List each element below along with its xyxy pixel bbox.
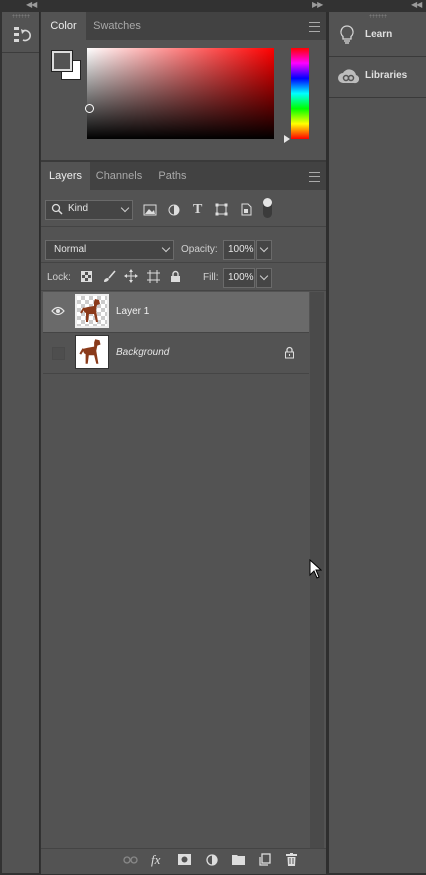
eye-visibility-icon[interactable]: [51, 306, 65, 319]
layer-name[interactable]: Layer 1: [116, 306, 149, 317]
separator: [41, 290, 326, 291]
layer-row[interactable]: Layer 1: [43, 292, 309, 333]
tab-color[interactable]: Color: [41, 12, 86, 40]
lock-label: Lock:: [47, 272, 71, 283]
learn-panel-button[interactable]: Learn: [329, 16, 426, 57]
chevron-down-icon: [161, 243, 171, 253]
blend-mode-value: Normal: [54, 244, 87, 255]
opacity-input[interactable]: 100%: [223, 240, 255, 260]
libraries-panel-button[interactable]: Libraries: [329, 57, 426, 98]
shape-layer-filter-icon[interactable]: [215, 203, 228, 219]
fill-value: 100%: [228, 272, 254, 283]
tab-swatches[interactable]: Swatches: [86, 12, 148, 40]
chevron-down-icon: [259, 271, 269, 281]
tool-strip-separator: [2, 52, 39, 53]
lock-position-move-icon[interactable]: [124, 269, 138, 286]
tab-layers[interactable]: Layers: [41, 162, 90, 190]
libraries-label: Libraries: [365, 70, 408, 81]
opacity-label: Opacity:: [181, 244, 218, 255]
left-panel-strip: [2, 12, 40, 873]
layer-thumbnail[interactable]: [75, 335, 109, 369]
panel-menu-icon[interactable]: [309, 172, 320, 182]
lock-transparent-pixels-icon[interactable]: [81, 271, 92, 285]
layers-list: Layer 1 Background: [41, 292, 326, 842]
layer-lock-icon[interactable]: [284, 346, 295, 362]
history-panel-icon[interactable]: [12, 24, 32, 46]
filter-kind-select[interactable]: Kind: [45, 200, 133, 220]
add-mask-icon[interactable]: [178, 854, 191, 868]
right-panel-column: Learn Libraries: [329, 12, 426, 873]
separator: [41, 226, 326, 227]
fill-label: Fill:: [203, 272, 219, 283]
pixel-layer-filter-icon[interactable]: [143, 204, 157, 219]
adjustment-layer-filter-icon[interactable]: [168, 204, 180, 219]
main-panel-column: Color Swatches Layers Channels Paths Kin…: [41, 12, 326, 874]
type-layer-filter-icon[interactable]: T: [193, 202, 202, 218]
lightbulb-icon: [340, 25, 354, 48]
panel-grip[interactable]: [12, 14, 30, 18]
color-picker-cursor[interactable]: [85, 104, 94, 113]
adjustment-layer-icon[interactable]: [206, 854, 218, 869]
lock-artboard-icon[interactable]: [147, 270, 160, 286]
layers-panel-tabbar: Layers Channels Paths: [41, 162, 326, 190]
layer-row[interactable]: Background: [43, 333, 309, 374]
dog-thumbnail-icon: [79, 339, 101, 364]
collapse-right-arrows[interactable]: ◀◀: [411, 0, 422, 11]
opacity-dropdown-button[interactable]: [256, 240, 272, 260]
hue-slider-marker[interactable]: [284, 135, 290, 143]
layer-thumbnail[interactable]: [75, 294, 109, 328]
color-panel-tabbar: Color Swatches: [41, 12, 326, 40]
lock-all-icon[interactable]: [170, 270, 181, 286]
mouse-cursor: [309, 558, 323, 582]
creative-cloud-libraries-icon: [337, 68, 360, 87]
collapse-left-arrows[interactable]: ◀◀: [26, 0, 37, 11]
tab-channels[interactable]: Channels: [90, 162, 148, 190]
layers-footer: fx: [41, 848, 326, 874]
filter-toggle-switch[interactable]: [263, 198, 272, 218]
delete-layer-trash-icon[interactable]: [286, 853, 297, 869]
smart-object-filter-icon[interactable]: [240, 203, 252, 219]
dog-thumbnail-icon: [80, 299, 100, 322]
link-layers-icon[interactable]: [123, 855, 138, 868]
filter-toggle-knob: [263, 198, 272, 207]
filter-kind-value: Kind: [68, 203, 89, 214]
layer-style-fx-icon[interactable]: fx: [151, 852, 160, 868]
layers-panel: Layers Channels Paths Kind T Normal Opac…: [41, 162, 326, 874]
opacity-value: 100%: [228, 244, 254, 255]
fill-dropdown-button[interactable]: [256, 268, 272, 288]
tab-paths[interactable]: Paths: [148, 162, 197, 190]
learn-label: Learn: [365, 29, 393, 40]
fill-input[interactable]: 100%: [223, 268, 255, 288]
panel-menu-icon[interactable]: [309, 22, 320, 32]
separator: [41, 262, 326, 263]
color-picker-field[interactable]: [87, 48, 274, 139]
new-group-folder-icon[interactable]: [232, 854, 245, 868]
blend-mode-select[interactable]: Normal: [45, 240, 174, 260]
lock-image-pixels-brush-icon[interactable]: [103, 270, 116, 286]
hue-slider[interactable]: [291, 48, 309, 139]
chevron-down-icon: [259, 243, 269, 253]
visibility-toggle-empty[interactable]: [52, 347, 65, 360]
expand-arrows[interactable]: ▶▶: [312, 0, 323, 11]
new-layer-icon[interactable]: [259, 853, 271, 869]
chevron-down-icon: [120, 203, 130, 213]
color-panel: Color Swatches: [41, 12, 326, 160]
layer-name[interactable]: Background: [116, 347, 169, 358]
search-icon: [51, 202, 63, 222]
foreground-color-swatch[interactable]: [51, 50, 73, 72]
